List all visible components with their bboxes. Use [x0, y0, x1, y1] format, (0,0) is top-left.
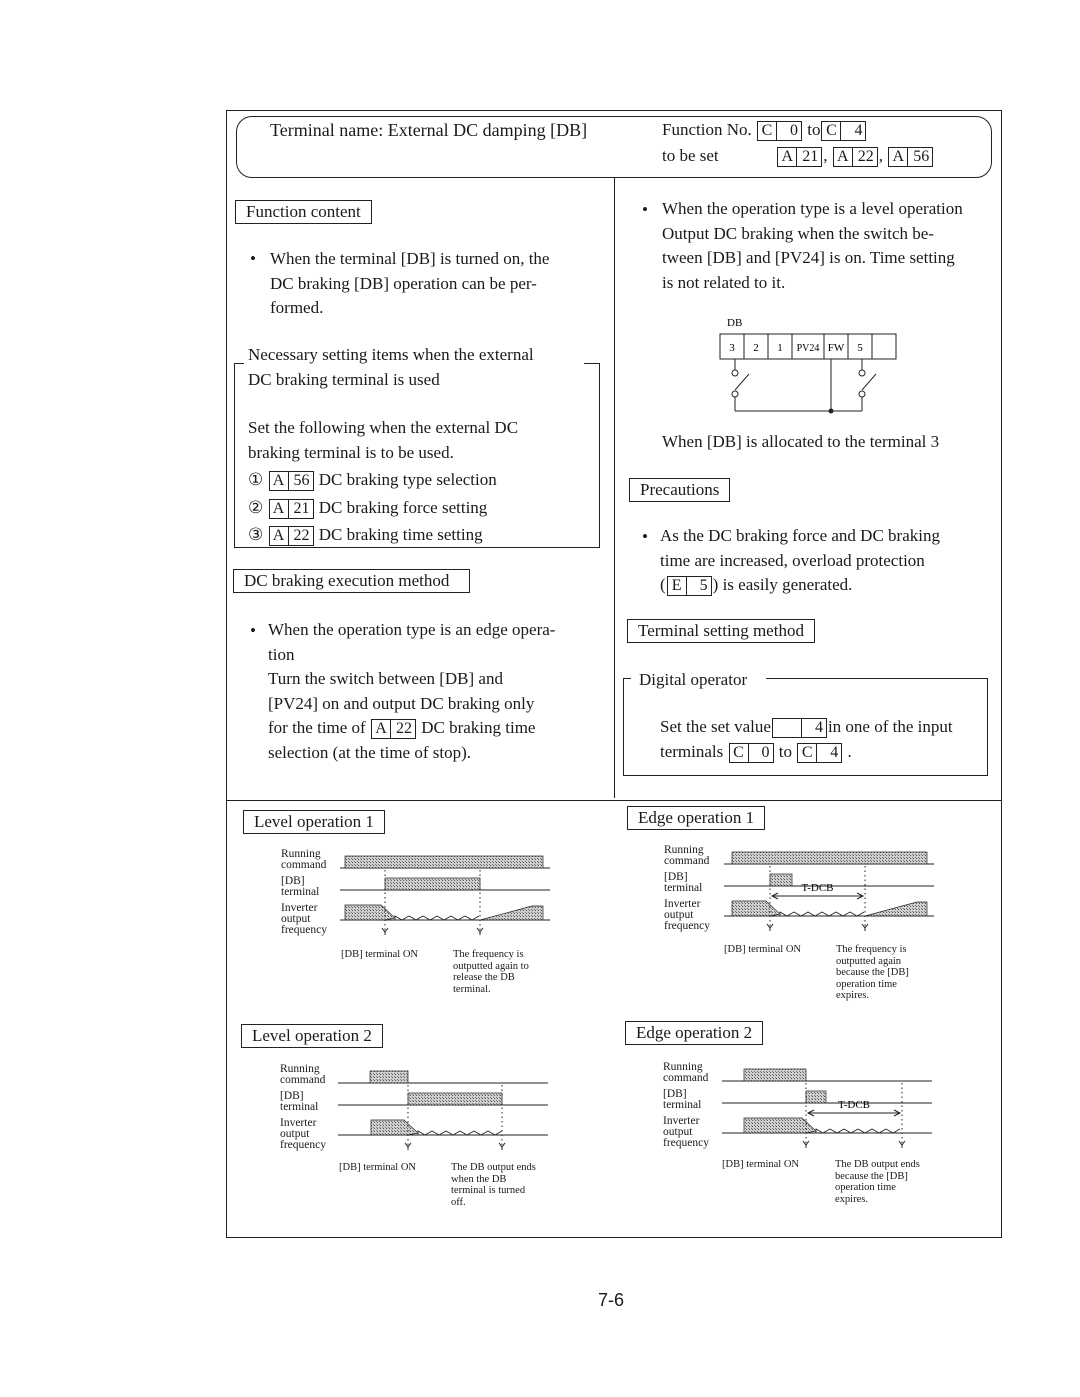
switch-contact: [858, 390, 866, 398]
diagram-caption: When [DB] is allocated to the terminal 3: [662, 432, 940, 451]
level-operation-2-timing-chart: [338, 1070, 548, 1150]
running-command-pulse: [344, 855, 544, 869]
setting-item: ② A 21 DC braking force setting: [248, 497, 488, 519]
running-command-pulse: [369, 1070, 409, 1084]
to-be-set-line: to be set A 21, A 22, A 56: [662, 146, 934, 168]
dc-braking-ripple: [779, 911, 865, 917]
switch-contact: [731, 390, 739, 398]
db-label: DB: [727, 317, 742, 329]
db-terminal-on-label: [DB] terminal ON: [339, 1162, 416, 1173]
level-1-note: The frequency is outputted again to releas…: [453, 949, 529, 995]
t-dcb-label: T-DCB: [802, 882, 834, 894]
edge-operation-2-heading: Edge operation 2: [625, 1021, 764, 1045]
dc-braking-ripple: [394, 915, 480, 921]
terminal-label: 5: [857, 342, 863, 354]
switch-contact: [731, 369, 739, 377]
code-box: A 21: [777, 147, 823, 168]
inverter-output-reaccel: [864, 901, 928, 917]
inverter-output-decel: [344, 904, 396, 921]
db-terminal-pulse: [805, 1090, 827, 1104]
digital-operator-label: Digital operator: [636, 668, 751, 693]
switch-contact: [858, 369, 866, 377]
precautions-text: As the DC braking force and DC braking t…: [660, 526, 940, 597]
digital-operator-text: Set the set value 4 in one of the input te…: [660, 717, 953, 763]
execution-method-heading: DC braking execution method: [233, 569, 471, 593]
terminal-setting-heading: Terminal setting method: [627, 619, 815, 643]
dc-braking-ripple: [815, 1128, 901, 1134]
function-content-text: When the terminal [DB] is turned on, the…: [270, 249, 550, 317]
row-labels: Running command [DB] terminal Inverter outp…: [664, 844, 710, 932]
level-operation-1-heading: Level operation 1: [243, 810, 385, 834]
db-terminal-pulse: [769, 873, 793, 887]
function-no-line: Function No. C0 to C 4: [662, 120, 867, 142]
row-labels: Running command [DB] terminal Inverter outp…: [281, 848, 327, 936]
to-be-set-label: to be set: [662, 146, 719, 165]
switch-lever: [734, 373, 750, 391]
bullet: •: [250, 621, 256, 640]
code-box: A 22: [832, 147, 878, 168]
row-labels: Running command [DB] terminal Inverter outp…: [280, 1063, 326, 1151]
necessary-settings-heading: Necessary setting items when the externa…: [248, 345, 534, 389]
edge-2-note: The DB output ends because the [DB] operat…: [835, 1159, 920, 1205]
t-dcb-label: T-DCB: [838, 1099, 870, 1111]
running-command-pulse: [743, 1068, 807, 1082]
inverter-output-decel: [731, 900, 781, 917]
terminal-wiring-diagram: DB 3 2 1 PV24 FW 5: [719, 317, 897, 414]
to-word: to: [807, 120, 821, 139]
level-2-note: The DB output ends when the DB terminal is…: [451, 1162, 536, 1208]
dc-braking-ripple: [417, 1130, 503, 1136]
db-terminal-on-label: [DB] terminal ON: [722, 1159, 799, 1170]
db-terminal-on-label: [DB] terminal ON: [341, 949, 418, 960]
code-box: A 56: [888, 147, 934, 168]
setting-item: ③ A 22 DC braking time setting: [248, 525, 483, 547]
page-number: 7-6: [598, 1290, 625, 1310]
running-command-pulse: [731, 851, 928, 865]
terminal-label: FW: [828, 342, 845, 354]
edge-operation-2-timing-chart: T-DCB: [722, 1068, 932, 1148]
code-box: C4: [821, 121, 867, 142]
inverter-output-decel: [370, 1119, 419, 1136]
edge-operation-1-timing-chart: T-DCB: [724, 851, 934, 931]
terminal-strip: 3 2 1 PV24 FW 5: [719, 333, 897, 360]
terminal-cell: [871, 333, 897, 360]
terminal-label: 2: [753, 342, 759, 354]
db-terminal-on-label: [DB] terminal ON: [724, 944, 801, 955]
db-terminal-pulse: [407, 1092, 503, 1106]
terminal-label: PV24: [797, 343, 820, 354]
bullet: •: [250, 249, 256, 268]
edge-operation-1-heading: Edge operation 1: [627, 806, 766, 830]
code-box: C0: [756, 121, 802, 142]
terminal-label: 1: [777, 342, 783, 354]
function-no-label: Function No.: [662, 120, 752, 139]
setting-item: ① A 56 DC braking type selection: [248, 470, 497, 492]
edge-1-note: The frequency is outputted again because t…: [836, 944, 909, 1001]
section-divider: [226, 800, 1002, 801]
terminal-name: Terminal name: External DC damping [DB]: [270, 120, 588, 140]
junction-dot: [828, 408, 834, 414]
precautions-heading: Precautions: [629, 478, 731, 502]
inverter-output-reaccel: [479, 905, 544, 921]
bullet: •: [642, 200, 648, 219]
level-operation-text: When the operation type is a level opera…: [662, 199, 963, 292]
function-content-heading: Function content: [235, 200, 372, 224]
column-divider: [614, 178, 615, 798]
row-labels: Running command [DB] terminal Inverter outp…: [663, 1061, 709, 1149]
level-operation-2-heading: Level operation 2: [241, 1024, 383, 1048]
terminal-label: 3: [729, 342, 735, 354]
switch-lever: [861, 373, 877, 391]
db-terminal-pulse: [384, 877, 481, 891]
level-operation-1-timing-chart: [340, 855, 550, 935]
execution-method-text: When the operation type is an edge opera…: [268, 620, 556, 762]
inverter-output-decel: [743, 1117, 817, 1134]
necessary-settings-body: Set the following when the external DC b…: [248, 416, 518, 548]
bullet: •: [642, 527, 648, 546]
